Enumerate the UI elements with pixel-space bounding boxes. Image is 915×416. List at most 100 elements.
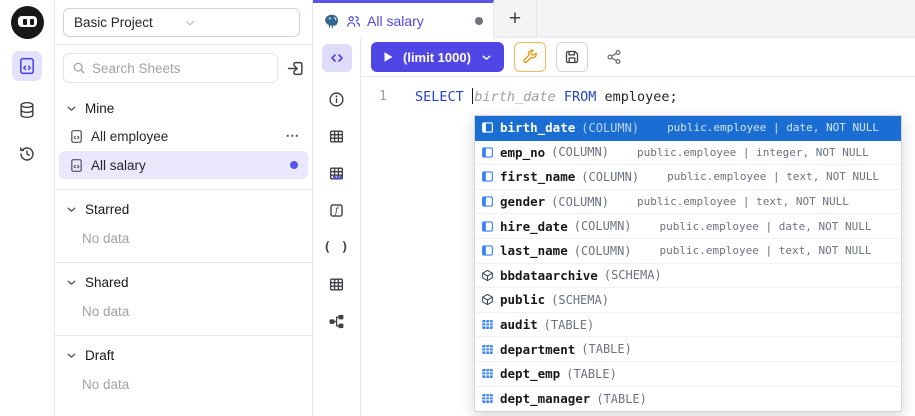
table-icon bbox=[481, 392, 494, 405]
sheets-nav-button[interactable] bbox=[12, 51, 42, 81]
chevron-down-icon[interactable] bbox=[480, 51, 493, 64]
ghost-suggestion: birth_date bbox=[474, 89, 555, 105]
sql-keyword: FROM bbox=[564, 89, 597, 105]
autocomplete-item[interactable]: bbdataarchive (SCHEMA) bbox=[475, 264, 901, 289]
empty-state: No data bbox=[55, 367, 312, 398]
new-tab-button[interactable]: + bbox=[494, 0, 537, 38]
autocomplete-item-type: (SCHEMA) bbox=[604, 268, 662, 282]
section-header-starred[interactable]: Starred bbox=[55, 197, 312, 221]
bytebase-logo[interactable] bbox=[11, 6, 44, 39]
sql-space bbox=[556, 89, 564, 105]
section-header-mine[interactable]: Mine bbox=[55, 95, 312, 121]
autocomplete-item-type: (TABLE) bbox=[566, 367, 617, 381]
run-query-button[interactable]: (limit 1000) bbox=[371, 42, 504, 72]
autocomplete-item-detail: public.employee | date, NOT NULL bbox=[667, 121, 879, 134]
line-number: 1 bbox=[361, 88, 405, 104]
autocomplete-item-name: hire_date bbox=[500, 219, 568, 234]
databases-nav-button[interactable] bbox=[12, 95, 42, 125]
autocomplete-item[interactable]: hire_date (COLUMN) public.employee | dat… bbox=[475, 214, 901, 239]
autocomplete-item-type: (TABLE) bbox=[596, 392, 647, 406]
play-icon bbox=[382, 51, 394, 63]
autocomplete-item-type: (COLUMN) bbox=[551, 195, 609, 209]
autocomplete-item[interactable]: department (TABLE) bbox=[475, 337, 901, 362]
table-icon bbox=[481, 367, 494, 380]
functions-panel-button[interactable]: f bbox=[322, 196, 352, 224]
function-icon: f bbox=[328, 202, 345, 219]
autocomplete-item-name: birth_date bbox=[500, 120, 575, 135]
postgres-icon bbox=[323, 13, 340, 30]
database-icon bbox=[18, 101, 36, 119]
autocomplete-item-detail: public.employee | text, NOT NULL bbox=[637, 195, 849, 208]
chevron-down-icon bbox=[65, 102, 78, 115]
autocomplete-item-detail: public.employee | integer, NOT NULL bbox=[637, 146, 869, 159]
section-header-shared[interactable]: Shared bbox=[55, 270, 312, 294]
info-panel-button[interactable] bbox=[322, 85, 352, 113]
autocomplete-item[interactable]: gender (COLUMN) public.employee | text, … bbox=[475, 190, 901, 215]
autocomplete-item[interactable]: dept_manager (TABLE) bbox=[475, 387, 901, 412]
sheet-sidebar: Basic Project bbox=[55, 0, 313, 416]
autocomplete-item-detail: public.employee | text, NOT NULL bbox=[660, 244, 872, 257]
autocomplete-item-type: (TABLE) bbox=[581, 342, 632, 356]
sheet-item-all-employee[interactable]: All employee ⋯ bbox=[59, 122, 308, 150]
search-icon bbox=[72, 61, 86, 75]
search-input[interactable] bbox=[92, 61, 269, 76]
autocomplete-item-type: (SCHEMA) bbox=[551, 293, 609, 307]
parentheses-icon: ( ) bbox=[323, 240, 349, 255]
history-icon bbox=[18, 145, 36, 163]
autocomplete-item[interactable]: birth_date (COLUMN) public.employee | da… bbox=[475, 116, 901, 141]
section-header-draft[interactable]: Draft bbox=[55, 343, 312, 367]
column-icon bbox=[481, 195, 494, 208]
share-sheet-button[interactable] bbox=[598, 42, 630, 72]
save-sheet-button[interactable] bbox=[556, 42, 588, 72]
info-icon bbox=[328, 91, 345, 108]
autocomplete-item[interactable]: audit (TABLE) bbox=[475, 313, 901, 338]
autocomplete-item-name: public bbox=[500, 292, 545, 307]
code-line: 1 SELECT birth_date FROM employee; bbox=[361, 86, 915, 106]
chevron-down-icon bbox=[65, 276, 78, 289]
autocomplete-item-name: emp_no bbox=[500, 145, 545, 160]
sheet-tree: Mine All employee ⋯ bbox=[55, 91, 312, 416]
autocomplete-item[interactable]: emp_no (COLUMN) public.employee | intege… bbox=[475, 141, 901, 166]
document-icon bbox=[69, 158, 84, 173]
section-label: Draft bbox=[85, 348, 114, 363]
table-data-icon bbox=[328, 165, 345, 182]
autocomplete-item[interactable]: dept_emp (TABLE) bbox=[475, 362, 901, 387]
project-selector[interactable]: Basic Project bbox=[63, 8, 300, 37]
table-data-panel-button[interactable] bbox=[322, 159, 352, 187]
section-label: Mine bbox=[85, 101, 114, 116]
tables-panel-button[interactable] bbox=[322, 122, 352, 150]
tab-all-salary[interactable]: All salary bbox=[313, 0, 494, 39]
autocomplete-item[interactable]: public (SCHEMA) bbox=[475, 288, 901, 313]
parameters-panel-button[interactable]: ( ) bbox=[322, 233, 352, 261]
tab-bar: All salary + bbox=[313, 0, 915, 38]
autocomplete-item-detail: public.employee | date, NOT NULL bbox=[660, 220, 872, 233]
sheet-icon bbox=[18, 57, 36, 75]
import-sheet-icon[interactable] bbox=[286, 59, 305, 78]
autocomplete-item-type: (COLUMN) bbox=[581, 121, 639, 135]
format-sql-button[interactable] bbox=[514, 42, 546, 72]
autocomplete-item[interactable]: first_name (COLUMN) public.employee | te… bbox=[475, 165, 901, 190]
run-button-label: (limit 1000) bbox=[403, 50, 471, 65]
empty-state: No data bbox=[55, 294, 312, 325]
autocomplete-item-type: (TABLE) bbox=[544, 318, 595, 332]
more-icon[interactable]: ⋯ bbox=[286, 128, 303, 144]
history-nav-button[interactable] bbox=[12, 139, 42, 169]
sheet-item-label: All salary bbox=[91, 158, 283, 173]
sql-keyword: SELECT bbox=[415, 89, 472, 105]
autocomplete-item[interactable]: last_name (COLUMN) public.employee | tex… bbox=[475, 239, 901, 264]
autocomplete-popup: birth_date (COLUMN) public.employee | da… bbox=[474, 115, 902, 412]
empty-state: No data bbox=[55, 221, 312, 252]
er-diagram-icon bbox=[328, 313, 345, 330]
section-label: Starred bbox=[85, 202, 129, 217]
sheet-item-all-salary[interactable]: All salary bbox=[59, 151, 308, 179]
views-panel-button[interactable] bbox=[322, 270, 352, 298]
autocomplete-item-type: (COLUMN) bbox=[551, 145, 609, 159]
chevron-down-icon bbox=[65, 349, 78, 362]
sql-mode-button[interactable] bbox=[322, 44, 352, 72]
table-icon bbox=[481, 343, 494, 356]
app-rail bbox=[0, 0, 55, 416]
autocomplete-item-name: gender bbox=[500, 194, 545, 209]
autocomplete-item-name: last_name bbox=[500, 243, 568, 258]
schema-diagram-button[interactable] bbox=[322, 307, 352, 335]
section-shared: Shared No data bbox=[55, 262, 312, 325]
